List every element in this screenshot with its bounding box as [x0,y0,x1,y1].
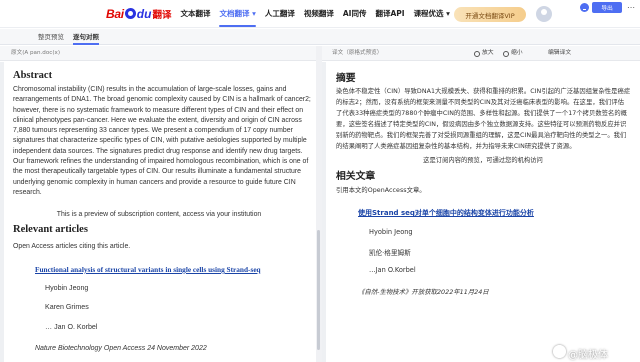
abstract-line: clinical phenotypes pan-cancer. Here we … [13,116,302,124]
translated-author-2: 凯伦·格里姆斯 [369,249,411,257]
edit-translation-tool[interactable]: 编辑译文 [548,46,571,61]
abstract-text: Chromosomal instability (CIN) results in… [13,85,313,198]
translated-line: 要，这些签名描述了特定类型的CIN，假设病因由多个独立数据源支持。这些特征可以预… [336,121,627,128]
translation-file-label: 译文（原格式预览） [332,50,383,56]
zoom-in-tool[interactable]: 放大 [474,46,494,61]
abstract-line: however, there is no systematic framewor… [13,106,304,114]
translated-preview-note: 这是订阅内容的预览，可通过您的机构访问 [423,157,543,164]
zoom-out-icon [503,50,509,57]
translation-panel-header: 译文（原格式预览） 放大 缩小 编辑译文 [322,46,640,61]
edit-translation-label: 编辑译文 [548,50,572,56]
zoom-in-icon [474,50,480,57]
translated-line: 别新的药物靶点。我们的框架完善了对受损同源重组的理解，这是CIN最具治疗靶向性的… [336,132,627,139]
translated-relevant-heading: 相关文章 [336,171,376,182]
translated-relevant-intro: 引用本文的OpenAccess文章。 [336,187,426,194]
author-3: … Jan O. Korbel [45,323,98,331]
source-scrollbar[interactable] [317,230,320,350]
source-panel-header: 原文(A pan.doc(x) [0,46,316,61]
source-file-label: 原文(A pan.doc(x) [11,50,60,56]
abstract-line: 7,880 tumours representing 33 cancer typ… [13,127,293,135]
nav-human-translate[interactable]: 人工翻译 [265,8,295,19]
preview-note: This is a preview of subscription conten… [56,211,262,218]
top-nav-bar: Bai du 翻译 文本翻译 文档翻译 ▾ 人工翻译 视频翻译 AI同传 翻译A… [0,0,640,28]
author-1: Hyobin Jeong [45,284,89,292]
nav-text-translate[interactable]: 文本翻译 [180,8,210,19]
translated-line: 染色体不稳定性（CIN）导致DNA1大规模丢失、获得和重排的积累。CIN引起的广… [336,88,631,95]
baidu-translate-logo[interactable]: Bai du 翻译 [106,0,171,28]
translated-journal-citation: 《自然-生物技术》开放获取2022年11月24日 [358,288,489,296]
translated-author-3: …Jan O.Korbel [369,266,416,274]
nav-translate-api[interactable]: 翻译API [375,8,404,19]
abstract-line: Chromosomal instability (CIN) results in… [13,86,287,93]
export-button[interactable]: 导出 [592,2,622,13]
download-icon[interactable] [580,3,589,12]
zoom-out-label: 缩小 [511,50,523,56]
logo-text-translate: 翻译 [152,9,172,21]
tab-full-page-preview[interactable]: 整页预览 [38,29,64,45]
logo-text-du: du [136,6,152,21]
logo-text-bai: Bai [106,6,124,21]
abstract-line: rearrangements of DNA1. The broad genomi… [13,96,311,104]
nav-video-translate[interactable]: 视频翻译 [304,8,334,19]
abstract-line: Our framework refines the understanding … [13,158,309,166]
avatar[interactable] [536,6,552,22]
abstract-heading: Abstract [13,70,53,81]
abstract-line: independent data sources. The signatures… [13,147,303,155]
view-tabs: 整页预览 逐句对照 [0,29,640,45]
vip-button[interactable]: 开通文档翻译VIP [454,7,526,22]
abstract-line: research. [13,188,42,196]
translated-author-1: Hyobin Jeong [369,228,413,236]
translated-abstract-heading: 摘要 [336,73,356,84]
nav-document-translate[interactable]: 文档翻译 ▾ [219,8,257,27]
abstract-line: the most therapeutically targetable type… [13,168,302,176]
nav-ai-interpret[interactable]: AI同传 [343,8,367,19]
journal-citation: Nature Biotechnology Open Access 24 Nove… [35,345,207,352]
translated-abstract-text: 染色体不稳定性（CIN）导致DNA1大规模丢失、获得和重排的积累。CIN引起的广… [336,86,640,152]
relevant-articles-heading: Relevant articles [13,224,88,235]
translated-line: 的标志2；然而，没有系统的框架来测量不同类型的CIN及其对泛癌临床表型的影响。在… [336,99,625,106]
relevant-articles-intro: Open Access articles citing this article… [13,243,131,250]
paw-icon [124,8,136,19]
zoom-in-label: 放大 [482,50,494,56]
translated-article-link[interactable]: 使用Strand seq对单个细胞中的结构变体进行功能分析 [358,208,534,218]
translated-line: 的结果阐明了人类癌症基因组复杂性的基本结构，并为指导未来CIN研究提供了资源。 [336,143,576,150]
main-nav: 文本翻译 文档翻译 ▾ 人工翻译 视频翻译 AI同传 翻译API 课程优选 ▾ … [180,8,482,27]
abstract-line: underlying genomic complexity in human c… [13,178,296,186]
nav-courses[interactable]: 课程优选 ▾ [414,8,450,19]
zoom-out-tool[interactable]: 缩小 [503,46,523,61]
author-2: Karen Grimes [45,303,89,311]
translated-document: 摘要 染色体不稳定性（CIN）导致DNA1大规模丢失、获得和重排的积累。CIN引… [322,62,640,362]
more-icon[interactable]: ⋯ [627,0,635,15]
watermark: @脑极体 [568,350,608,361]
abstract-line: signatures that characterize specific ty… [13,137,307,145]
translated-line: 了代表33种癌症类型的7880个肿瘤中CIN的范围、多样性和起源。我们提供了一个… [336,110,628,117]
article-link[interactable]: Functional analysis of structural varian… [35,265,261,274]
watermark-logo-icon [553,345,566,358]
source-document: Abstract Chromosomal instability (CIN) r… [0,62,316,362]
tab-sentence-compare[interactable]: 逐句对照 [73,29,99,45]
